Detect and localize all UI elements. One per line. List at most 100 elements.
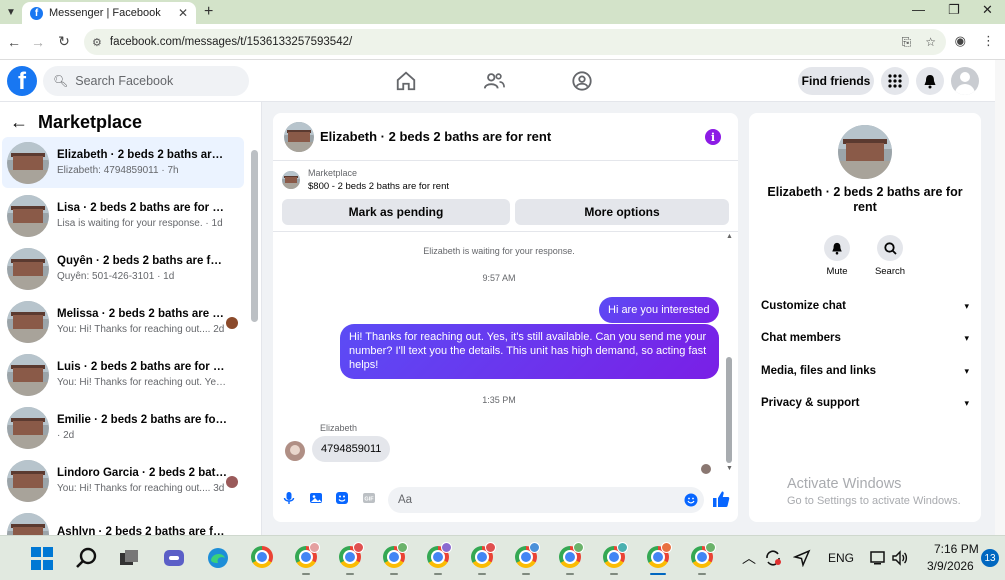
forward-icon[interactable]: → — [24, 34, 52, 50]
reload-icon[interactable]: ↻ — [50, 33, 78, 50]
listing-thumbnail — [7, 512, 49, 535]
chat-scrollbar[interactable] — [726, 357, 732, 463]
profile-icon[interactable]: ◉ — [955, 33, 966, 49]
chrome-profile-icon[interactable] — [603, 542, 628, 575]
incoming-message[interactable]: 4794859011 — [312, 436, 391, 462]
outgoing-message[interactable]: Hi are you interested — [599, 297, 719, 323]
conversation-item[interactable]: Emilie · 2 beds 2 baths are for rent · 2… — [2, 402, 244, 453]
notification-count-badge[interactable]: 13 — [981, 549, 999, 567]
volume-icon[interactable] — [891, 549, 909, 567]
windows-taskbar: ︿ ENG 7:16 PM 3/9/2026 13 — [0, 535, 1005, 580]
back-arrow-icon[interactable]: ← — [10, 112, 28, 133]
more-options-button[interactable]: More options — [515, 199, 729, 225]
mute-button[interactable]: Mute — [817, 235, 857, 277]
sticker-icon[interactable] — [335, 491, 349, 505]
svg-text:GIF: GIF — [364, 497, 374, 503]
search-facebook-input[interactable]: 🔍︎ Search Facebook — [43, 66, 249, 96]
mark-as-pending-button[interactable]: Mark as pending — [282, 199, 510, 225]
thumbs-up-icon[interactable] — [712, 490, 730, 508]
language-indicator[interactable]: ENG — [828, 551, 854, 565]
outgoing-message[interactable]: Hi! Thanks for reaching out. Yes, it's s… — [340, 324, 719, 379]
chrome-profile-icon[interactable] — [295, 542, 320, 575]
chat-members-row[interactable]: Chat members ▾ — [761, 332, 969, 344]
menu-grid-icon[interactable] — [881, 67, 909, 95]
clock-time[interactable]: 7:16 PM — [934, 542, 979, 556]
page-scrollbar[interactable] — [995, 60, 1005, 535]
customize-chat-row[interactable]: Customize chat ▾ — [761, 300, 969, 312]
chrome-profile-icon[interactable] — [515, 542, 540, 575]
bookmark-star-icon[interactable]: ☆ — [925, 35, 936, 50]
chrome-profile-icon[interactable] — [427, 542, 452, 575]
new-tab-button[interactable]: + — [204, 3, 213, 21]
chrome-profile-icon[interactable] — [559, 542, 584, 575]
account-avatar[interactable] — [951, 67, 979, 95]
search-icon[interactable] — [75, 546, 99, 570]
marketplace-title: Marketplace — [38, 112, 143, 132]
conversation-item[interactable]: Melissa · 2 beds 2 baths are fo... You: … — [2, 296, 244, 347]
listing-thumbnail — [7, 300, 49, 343]
conversation-preview: Lisa is waiting for your response. · 1d — [57, 218, 223, 229]
conversation-item[interactable]: Elizabeth · 2 beds 2 baths are fo... Eli… — [2, 137, 244, 188]
scroll-down-icon[interactable]: ▼ — [726, 465, 733, 472]
tab-search-icon[interactable]: ▼ — [0, 0, 22, 24]
find-friends-button[interactable]: Find friends — [798, 67, 874, 95]
home-icon[interactable] — [395, 70, 417, 92]
install-app-icon[interactable]: ⎘ — [902, 35, 912, 50]
emoji-icon[interactable] — [684, 493, 698, 507]
browser-tab[interactable]: f Messenger | Facebook ✕ — [22, 2, 196, 24]
chat-title[interactable]: Elizabeth · 2 beds 2 baths are for rent — [320, 129, 551, 144]
tab-close-icon[interactable]: ✕ — [178, 6, 188, 20]
display-icon[interactable] — [869, 549, 887, 567]
clock-date[interactable]: 3/9/2026 — [927, 559, 974, 573]
chrome-profile-icon[interactable] — [339, 542, 364, 575]
scroll-up-icon[interactable]: ▲ — [726, 233, 733, 240]
show-hidden-icons-chevron-icon[interactable]: ︿ — [742, 548, 756, 568]
location-arrow-icon[interactable] — [793, 549, 811, 567]
conversation-item[interactable]: Luis · 2 beds 2 baths are for rent You: … — [2, 349, 244, 400]
search-conversation-button[interactable]: Search — [870, 235, 910, 277]
mute-label: Mute — [826, 266, 848, 277]
sync-icon[interactable] — [764, 549, 782, 567]
listing-thumbnail — [7, 406, 49, 449]
conversation-item[interactable]: Ashlyn · 2 beds 2 baths are for r... — [2, 508, 244, 535]
chrome-profile-icon[interactable] — [691, 542, 716, 575]
chat-listing-avatar[interactable] — [284, 121, 314, 152]
activate-windows-watermark: Activate Windows Go to Settings to activ… — [787, 476, 961, 507]
chrome-profile-icon[interactable] — [471, 542, 496, 575]
maximize-icon[interactable]: ❐ — [948, 2, 960, 18]
privacy-support-row[interactable]: Privacy & support ▾ — [761, 397, 969, 409]
edge-browser-icon[interactable] — [206, 546, 230, 570]
chrome-active-window-icon[interactable] — [647, 542, 672, 575]
site-info-icon[interactable]: ⚙ — [92, 36, 102, 49]
conversation-preview: Elizabeth: 4794859011 · 7h — [57, 165, 179, 176]
notifications-bell-icon[interactable] — [916, 67, 944, 95]
friends-icon[interactable] — [483, 70, 505, 92]
groups-icon[interactable] — [571, 70, 593, 92]
listing-profile-image[interactable] — [838, 125, 892, 179]
conversation-item[interactable]: Quyên · 2 beds 2 baths are for r... Quyê… — [2, 243, 244, 294]
browser-menu-icon[interactable]: ⋮ — [982, 33, 995, 49]
conversation-info-icon[interactable]: i — [705, 129, 721, 145]
windows-start-icon[interactable] — [31, 547, 55, 571]
conversation-item[interactable]: Lisa · 2 beds 2 baths are for rent Lisa … — [2, 190, 244, 241]
marketplace-listing[interactable]: Marketplace $800 - 2 beds 2 baths are fo… — [282, 168, 449, 192]
conversation-list-scrollbar[interactable] — [251, 150, 258, 322]
search-placeholder: Search Facebook — [75, 74, 174, 88]
media-files-links-row[interactable]: Media, files and links ▾ — [761, 365, 969, 377]
url-field[interactable]: ⚙ facebook.com/messages/t/15361332575935… — [84, 29, 946, 55]
photo-icon[interactable] — [309, 491, 323, 505]
teams-chat-icon[interactable] — [162, 546, 186, 570]
chrome-profile-icon[interactable] — [383, 542, 408, 575]
bell-icon — [824, 235, 850, 261]
close-window-icon[interactable]: ✕ — [982, 2, 993, 18]
microphone-icon[interactable] — [282, 491, 296, 505]
facebook-logo-icon[interactable]: f — [7, 66, 37, 96]
conversation-item[interactable]: Lindoro Garcia · 2 beds 2 bath... You: H… — [2, 455, 244, 506]
message-input[interactable]: Aa — [388, 487, 704, 513]
minimize-icon[interactable]: — — [912, 2, 925, 17]
task-view-icon[interactable] — [117, 546, 141, 570]
sender-avatar[interactable] — [285, 441, 305, 461]
gif-icon[interactable]: GIF — [362, 491, 376, 505]
seen-receipt-avatar — [701, 464, 711, 474]
chrome-app-icon[interactable] — [251, 546, 275, 570]
